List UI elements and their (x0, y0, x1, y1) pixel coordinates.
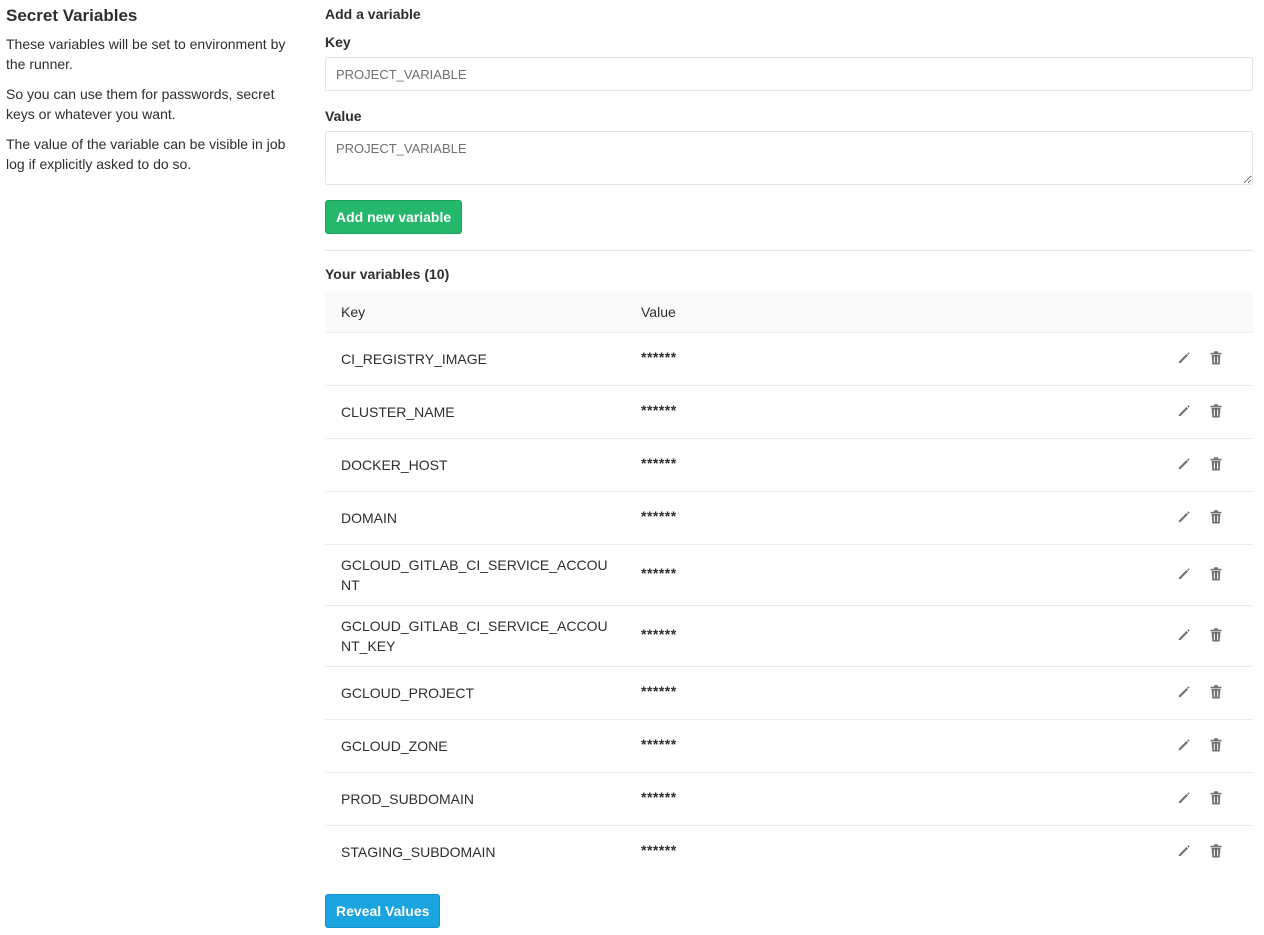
sidebar-description-3: The value of the variable can be visible… (6, 136, 286, 172)
variable-key: DOCKER_HOST (341, 457, 448, 473)
trash-icon[interactable] (1207, 736, 1225, 754)
pencil-icon[interactable] (1175, 626, 1193, 644)
trash-icon[interactable] (1207, 842, 1225, 860)
table-row: DOMAIN ****** (325, 492, 1253, 545)
variable-value: ****** (641, 508, 677, 524)
pencil-icon[interactable] (1175, 842, 1193, 860)
table-row: PROD_SUBDOMAIN ****** (325, 773, 1253, 826)
table-row: GCLOUD_PROJECT ****** (325, 667, 1253, 720)
value-label: Value (325, 108, 362, 124)
variable-value: ****** (641, 789, 677, 805)
variables-table-header: Key Value (325, 292, 1253, 333)
key-input[interactable] (325, 57, 1253, 91)
trash-icon[interactable] (1207, 789, 1225, 807)
variable-key: GCLOUD_PROJECT (341, 685, 475, 701)
pencil-icon[interactable] (1175, 789, 1193, 807)
table-row: CI_REGISTRY_IMAGE ****** (325, 333, 1253, 386)
sidebar-description-2: So you can use them for passwords, secre… (6, 86, 275, 122)
variable-key: GCLOUD_GITLAB_CI_SERVICE_ACCOUNT (341, 557, 608, 593)
variable-key: CI_REGISTRY_IMAGE (341, 351, 488, 367)
variable-key: CLUSTER_NAME (341, 404, 455, 420)
divider (325, 250, 1253, 251)
variable-value: ****** (641, 455, 677, 471)
trash-icon[interactable] (1207, 626, 1225, 644)
add-new-variable-button[interactable]: Add new variable (325, 200, 463, 234)
column-header-key: Key (341, 304, 366, 320)
column-header-value: Value (641, 304, 676, 320)
variable-value: ****** (641, 683, 677, 699)
variable-key: GCLOUD_GITLAB_CI_SERVICE_ACCOUNT_KEY (341, 618, 608, 654)
table-row: GCLOUD_GITLAB_CI_SERVICE_ACCOUNT_KEY ***… (325, 606, 1253, 667)
trash-icon[interactable] (1207, 349, 1225, 367)
table-row: GCLOUD_GITLAB_CI_SERVICE_ACCOUNT ****** (325, 545, 1253, 606)
trash-icon[interactable] (1207, 402, 1225, 420)
sidebar: Secret Variables These variables will be… (6, 0, 306, 184)
pencil-icon[interactable] (1175, 736, 1193, 754)
trash-icon[interactable] (1207, 455, 1225, 473)
sidebar-description-1: These variables will be set to environme… (6, 36, 286, 72)
key-label: Key (325, 34, 351, 50)
value-input[interactable] (325, 131, 1253, 185)
pencil-icon[interactable] (1175, 508, 1193, 526)
pencil-icon[interactable] (1175, 402, 1193, 420)
table-row: STAGING_SUBDOMAIN ****** (325, 826, 1253, 879)
pencil-icon[interactable] (1175, 455, 1193, 473)
trash-icon[interactable] (1207, 508, 1225, 526)
add-variable-title: Add a variable (325, 6, 421, 22)
reveal-values-button[interactable]: Reveal Values (325, 894, 441, 928)
pencil-icon[interactable] (1175, 565, 1193, 583)
variable-key: PROD_SUBDOMAIN (341, 791, 475, 807)
variable-key: GCLOUD_ZONE (341, 738, 448, 754)
table-row: CLUSTER_NAME ****** (325, 386, 1253, 439)
variable-value: ****** (641, 736, 677, 752)
variable-key: STAGING_SUBDOMAIN (341, 844, 496, 860)
variable-key: DOMAIN (341, 510, 397, 526)
variable-value: ****** (641, 349, 677, 365)
variable-value: ****** (641, 565, 677, 581)
variable-value: ****** (641, 842, 677, 858)
variables-title: Your variables (10) (325, 266, 450, 282)
trash-icon[interactable] (1207, 565, 1225, 583)
table-row: DOCKER_HOST ****** (325, 439, 1253, 492)
variable-value: ****** (641, 402, 677, 418)
pencil-icon[interactable] (1175, 683, 1193, 701)
table-row: GCLOUD_ZONE ****** (325, 720, 1253, 773)
variable-value: ****** (641, 626, 677, 642)
trash-icon[interactable] (1207, 683, 1225, 701)
pencil-icon[interactable] (1175, 349, 1193, 367)
section-title: Secret Variables (6, 6, 138, 25)
